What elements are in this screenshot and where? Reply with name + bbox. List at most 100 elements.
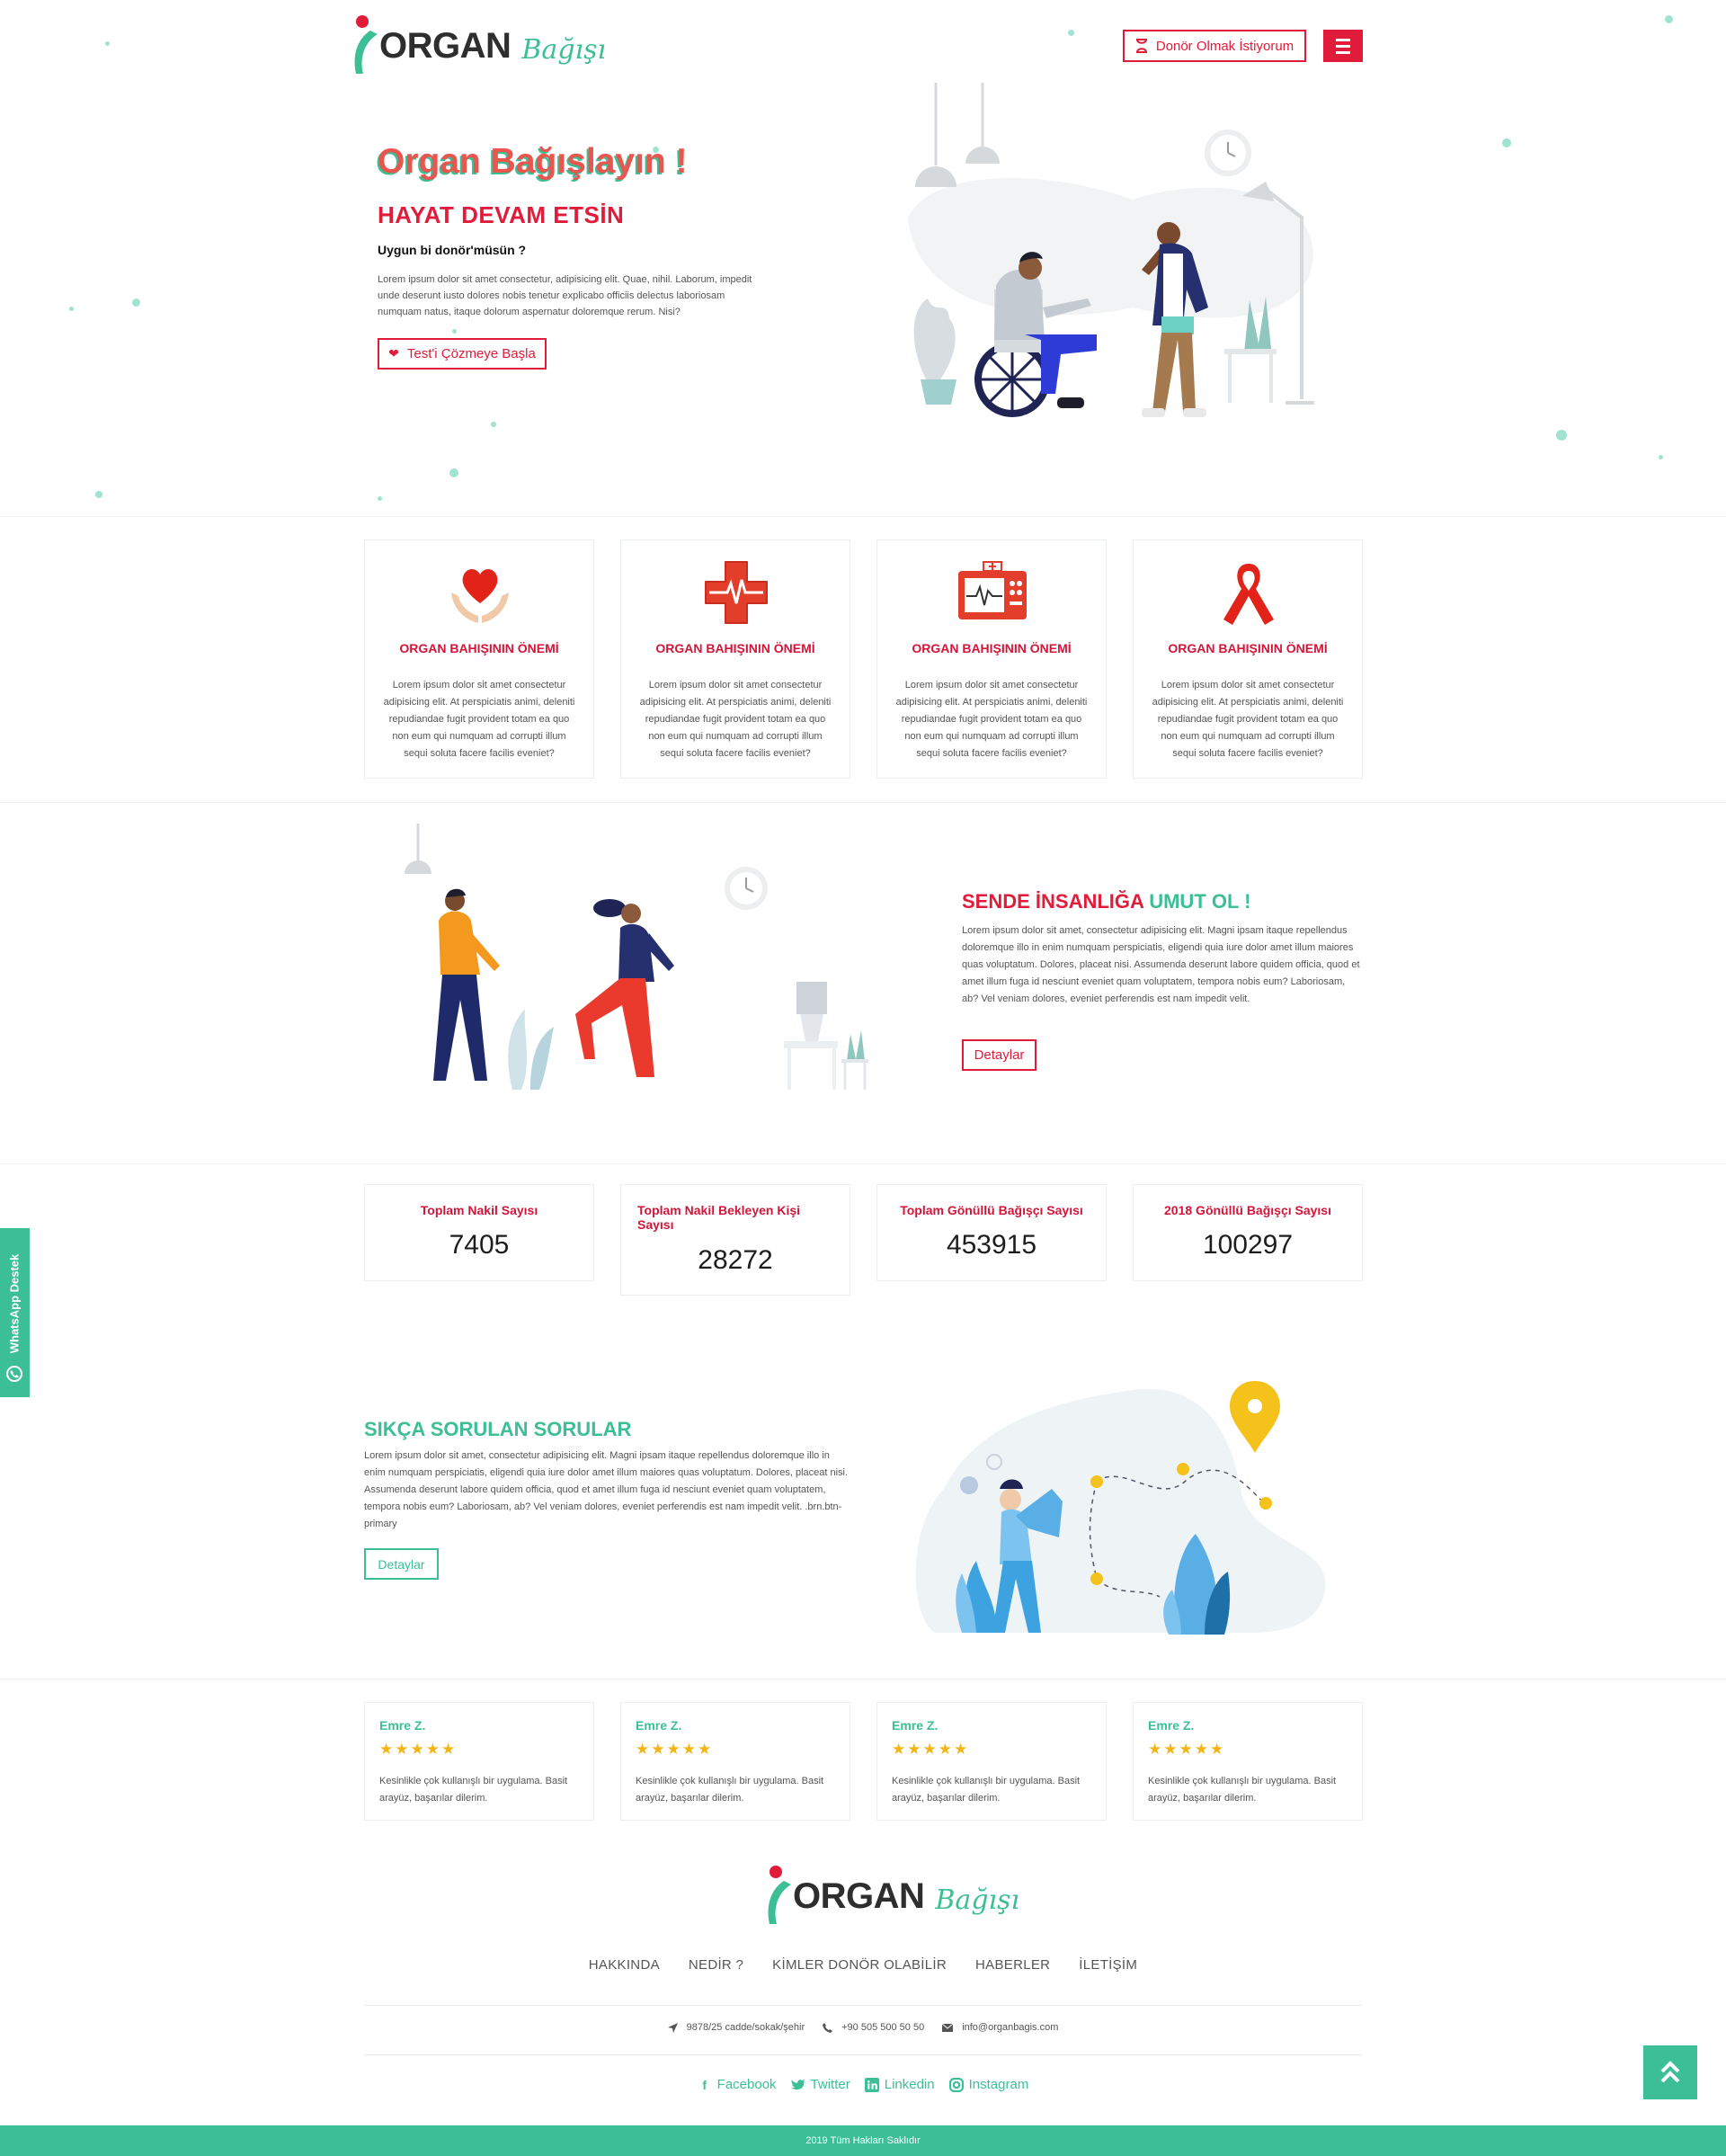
feature-title: ORGAN BAHIŞININ ÖNEMİ	[399, 641, 559, 655]
review-text: Kesinlikle çok kullanışlı bir uygulama. …	[379, 1776, 568, 1804]
review-author: Emre Z.	[1148, 1718, 1195, 1733]
footer-contact: 9878/25 cadde/sokak/şehir +90 505 500 50…	[0, 2022, 1726, 2033]
mission-details-label: Detaylar	[974, 1047, 1025, 1063]
review-author: Emre Z.	[892, 1718, 939, 1733]
facebook-icon: f	[702, 2077, 707, 2092]
copyright-bar: 2019 Tüm Hakları Saklıdır	[0, 2125, 1726, 2156]
hero-paragraph: Lorem ipsum dolor sit amet consectetur, …	[378, 274, 752, 317]
facebook-link[interactable]: f Facebook	[698, 2077, 777, 2092]
feature-text: Lorem ipsum dolor sit amet consectetur a…	[1152, 680, 1344, 759]
start-test-button[interactable]: ❤ Test'i Çözmeye Başla	[378, 338, 547, 370]
menu-bar-icon	[1336, 50, 1350, 54]
stat-label: Toplam Nakil Bekleyen Kişi Sayısı	[637, 1203, 801, 1232]
mission-details-button[interactable]: Detaylar	[962, 1039, 1036, 1071]
contact-address: 9878/25 cadde/sokak/şehir	[667, 2022, 805, 2033]
stat-card: Toplam Gönüllü Bağışçı Sayısı 453915	[876, 1184, 1107, 1281]
instagram-icon	[948, 2077, 964, 2092]
linkedin-link[interactable]: Linkedin	[864, 2077, 935, 2092]
instagram-label: Instagram	[968, 2077, 1029, 2092]
location-arrow-icon	[667, 2022, 678, 2033]
envelope-icon	[942, 2023, 954, 2032]
section-divider	[0, 516, 1726, 517]
review-stars-icon: ★★★★★	[636, 1741, 714, 1758]
review-author: Emre Z.	[379, 1718, 426, 1733]
whatsapp-support-tab[interactable]: WhatsApp Destek	[0, 1228, 30, 1397]
review-card: Emre Z. ★★★★★ Kesinlikle çok kullanışlı …	[1133, 1702, 1363, 1821]
logo-script: Bağışı	[935, 1884, 1020, 1916]
stat-card: Toplam Nakil Sayısı 7405	[364, 1184, 594, 1281]
footer-nav-news[interactable]: HABERLER	[975, 1957, 1050, 1973]
feature-title: ORGAN BAHIŞININ ÖNEMİ	[912, 641, 1072, 655]
review-stars-icon: ★★★★★	[1148, 1741, 1226, 1758]
mission-paragraph: Lorem ipsum dolor sit amet, consectetur …	[962, 925, 1360, 1004]
faq-title: SIKÇA SORULAN SORULAR	[364, 1418, 632, 1440]
review-author: Emre Z.	[636, 1718, 682, 1733]
feature-card: ORGAN BAHIŞININ ÖNEMİ Lorem ipsum dolor …	[876, 539, 1107, 779]
instagram-link[interactable]: Instagram	[948, 2077, 1029, 2092]
start-test-label: Test'i Çözmeye Başla	[406, 346, 536, 361]
hero-illustration	[908, 83, 1314, 417]
linkedin-label: Linkedin	[884, 2077, 935, 2092]
hero-subtitle: HAYAT DEVAM ETSİN	[378, 201, 625, 228]
twitter-link[interactable]: Twitter	[790, 2077, 850, 2092]
review-card: Emre Z. ★★★★★ Kesinlikle çok kullanışlı …	[364, 1702, 594, 1821]
donor-signup-button[interactable]: Donör Olmak İstiyorum	[1123, 30, 1306, 62]
medical-cross-icon	[700, 557, 772, 628]
footer-nav-what-is[interactable]: NEDİR ?	[689, 1957, 743, 1973]
hero-title: Organ Bağışlayın !	[378, 142, 688, 181]
section-divider	[0, 802, 1726, 803]
hamburger-menu-button[interactable]	[1323, 30, 1363, 62]
logo-mark-icon	[351, 14, 379, 77]
phone-icon	[823, 2022, 833, 2033]
faq-details-label: Detaylar	[378, 1556, 425, 1572]
copyright-text: 2019 Tüm Hakları Saklıdır	[805, 2135, 921, 2146]
stat-value: 453915	[946, 1230, 1037, 1260]
mission-title-part2: UMUT OL !	[1149, 890, 1251, 913]
logo-word: ORGAN	[793, 1875, 925, 1916]
review-stars-icon: ★★★★★	[892, 1741, 970, 1758]
footer-logo[interactable]: ORGAN Bağışı	[764, 1865, 1019, 1928]
footer-nav: HAKKINDA NEDİR ? KİMLER DONÖR OLABİLİR H…	[0, 1957, 1726, 1973]
stat-card: Toplam Nakil Bekleyen Kişi Sayısı 28272	[620, 1184, 850, 1296]
double-chevron-up-icon	[1660, 2061, 1680, 2083]
logo-script: Bağışı	[521, 33, 607, 66]
menu-bar-icon	[1336, 38, 1350, 41]
stat-label: 2018 Gönüllü Bağışçı Sayısı	[1164, 1203, 1331, 1217]
mission-title: SENDE İNSANLIĞA UMUT OL !	[962, 890, 1250, 913]
logo-word: ORGAN	[379, 25, 512, 66]
faq-illustration	[915, 1381, 1326, 1635]
twitter-label: Twitter	[810, 2077, 850, 2092]
review-text: Kesinlikle çok kullanışlı bir uygulama. …	[1148, 1776, 1337, 1804]
footer-nav-about[interactable]: HAKKINDA	[589, 1957, 660, 1973]
header-logo[interactable]: ORGAN Bağışı	[351, 14, 606, 77]
whatsapp-support-label: WhatsApp Destek	[7, 1253, 22, 1354]
contact-email[interactable]: info@organbagis.com	[942, 2022, 1058, 2033]
email-text: info@organbagis.com	[962, 2022, 1059, 2033]
heart-icon: ❤	[388, 346, 399, 361]
mission-title-part1: SENDE İNSANLIĞA	[962, 890, 1144, 913]
review-stars-icon: ★★★★★	[379, 1741, 458, 1758]
feature-card: ORGAN BAHIŞININ ÖNEMİ Lorem ipsum dolor …	[364, 539, 594, 779]
address-text: 9878/25 cadde/sokak/şehir	[686, 2022, 805, 2033]
stat-card: 2018 Gönüllü Bağışçı Sayısı 100297	[1133, 1184, 1363, 1281]
hero-question: Uygun bi donör'müsün ?	[378, 243, 527, 257]
stat-value: 28272	[698, 1245, 773, 1275]
review-card: Emre Z. ★★★★★ Kesinlikle çok kullanışlı …	[620, 1702, 850, 1821]
awareness-ribbon-icon	[1213, 557, 1285, 628]
faq-details-button[interactable]: Detaylar	[364, 1548, 439, 1580]
facebook-label: Facebook	[716, 2077, 777, 2092]
footer-nav-contact[interactable]: İLETİŞİM	[1079, 1957, 1137, 1973]
scroll-to-top-button[interactable]	[1643, 2045, 1697, 2099]
twitter-icon	[790, 2078, 805, 2089]
stat-label: Toplam Gönüllü Bağışçı Sayısı	[900, 1203, 1083, 1217]
menu-bar-icon	[1336, 44, 1350, 48]
linkedin-icon	[864, 2077, 879, 2092]
mission-illustration	[405, 824, 868, 1090]
contact-phone[interactable]: +90 505 500 50 50	[823, 2022, 924, 2033]
site-header: ORGAN Bağışı Donör Olmak İstiyorum	[0, 0, 1726, 90]
donor-signup-label: Donör Olmak İstiyorum	[1155, 38, 1294, 54]
stat-value: 7405	[449, 1230, 510, 1260]
heart-hands-icon	[444, 557, 516, 628]
footer-nav-who-can-donate[interactable]: KİMLER DONÖR OLABİLİR	[772, 1957, 947, 1973]
stat-value: 100297	[1202, 1230, 1294, 1260]
